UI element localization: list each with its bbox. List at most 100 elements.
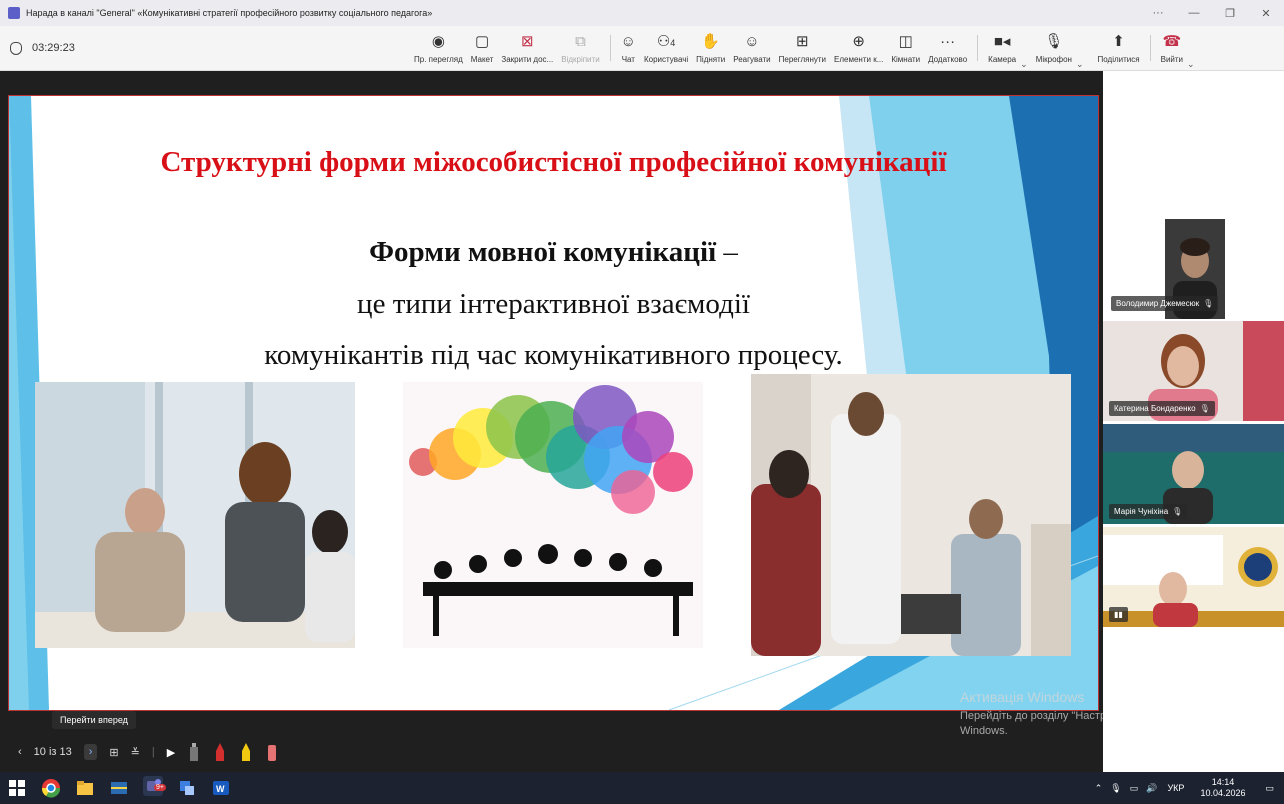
pen-tool-icon[interactable] [189, 743, 199, 761]
grid-view-icon[interactable]: ⊞ [109, 746, 118, 759]
network-icon[interactable]: ▭ [1130, 783, 1139, 794]
layout-button[interactable]: ▢ Макет [467, 26, 498, 70]
view-button[interactable]: ⊞ Переглянути [775, 26, 830, 70]
flag-app-icon[interactable] [109, 778, 129, 798]
controls-divider: | [151, 746, 155, 758]
microphone-button[interactable]: 🎙 Мікрофон [1032, 26, 1076, 70]
previous-slide-button[interactable]: ‹ [18, 746, 22, 758]
unpin-button[interactable]: ⧉ Відкріпити [557, 26, 603, 70]
apps-icon: ⊕ [852, 32, 865, 50]
hand-icon: ✋ [701, 32, 721, 50]
share-icon: ⬆ [1112, 32, 1125, 50]
notifications-icon[interactable]: ▭ [1265, 783, 1274, 794]
participant-signal-tag: ▮▮ [1109, 607, 1128, 622]
chrome-icon[interactable] [41, 778, 61, 798]
close-button[interactable]: ✕ [1248, 7, 1284, 20]
toolbar-divider [977, 35, 979, 61]
rooms-button[interactable]: ◫ Кімнати [887, 26, 924, 70]
participant-name-tag: Володимир Джемесюк 🎙 [1111, 296, 1219, 311]
stop-sharing-button[interactable]: ⊠ Закрити дос... [497, 26, 557, 70]
system-tray: ⌃ 🎙 ▭ 🔊 УКР 14:14 10.04.2026 ▭ [1091, 772, 1284, 804]
mic-muted-icon: 🎙 [1199, 404, 1210, 413]
remote-app-icon[interactable] [177, 778, 197, 798]
camera-button[interactable]: ■◂ Камера [984, 26, 1020, 70]
slide-definition-line1: Форми мовної комунікації – [9, 236, 1098, 269]
windows-taskbar: 9+ W ⌃ 🎙 ▭ 🔊 УКР 14:14 10.04.2026 ▭ [0, 772, 1284, 804]
hangup-icon: ☎ [1162, 32, 1182, 50]
layout-icon: ▢ [474, 32, 490, 50]
teams-taskbar-item[interactable]: 9+ [136, 775, 170, 801]
meeting-timer: 03:29:23 [10, 41, 410, 55]
participant-tile[interactable]: Катерина Бондаренко 🎙 [1103, 321, 1284, 421]
apps-button[interactable]: ⊕ Елементи к... [830, 26, 887, 70]
more-options-icon[interactable]: ··· [1140, 7, 1176, 19]
word-icon[interactable]: W [211, 778, 231, 798]
view-icon: ⊞ [796, 32, 809, 50]
minimize-button[interactable]: — [1176, 7, 1212, 19]
windows-start-icon[interactable] [7, 778, 27, 798]
presentation-slide: Структурні форми міжособистісної професі… [8, 95, 1099, 711]
people-count-badge: 4 [670, 37, 676, 48]
people-icon: ⚇4 [656, 32, 676, 50]
teams-notification-badge: 9+ [154, 783, 166, 791]
language-indicator[interactable]: УКР [1167, 783, 1184, 793]
unpin-icon: ⧉ [575, 32, 586, 50]
signal-icon: ▮▮ [1114, 610, 1123, 619]
windows-activation-title: Активація Windows [960, 689, 1085, 705]
clock[interactable]: 14:14 10.04.2026 [1200, 777, 1245, 799]
pointer-tool-icon[interactable]: ▶ [167, 746, 175, 759]
highlighter-icon[interactable] [241, 743, 251, 761]
volume-icon[interactable]: 🔊 [1146, 783, 1157, 794]
slide-image-office-meeting [35, 382, 355, 648]
slide-term: Форми мовної комунікації [369, 236, 717, 268]
people-button[interactable]: ⚇4 Користувачі [640, 26, 692, 70]
slide-definition-line3: комунікантів під час комунікативного про… [264, 339, 843, 371]
window-title: Нарада в каналі "General" «Комунікативні… [26, 8, 433, 18]
leave-button[interactable]: ☎ Вийти [1157, 26, 1187, 70]
participant-tile[interactable]: ▮▮ [1103, 527, 1284, 627]
settings-sliders-icon[interactable]: ≚ [131, 746, 140, 759]
tray-mic-icon[interactable]: 🎙 [1110, 783, 1121, 794]
chat-icon: ☺ [620, 32, 636, 50]
smile-icon: ☺ [744, 32, 760, 50]
slide-controls: ‹ 10 із 13 › ⊞ ≚ | ▶ [0, 735, 1103, 769]
chat-button[interactable]: ☺ Чат [617, 26, 640, 70]
mic-muted-icon: 🎙 [1203, 299, 1214, 308]
page-indicator: 10 із 13 [33, 746, 72, 758]
more-button[interactable]: ··· Додатково [924, 26, 971, 70]
participant-name-tag: Катерина Бондаренко 🎙 [1109, 401, 1215, 416]
next-slide-button[interactable]: › [83, 744, 98, 760]
shared-content-stage: Структурні форми міжособистісної професі… [0, 71, 1103, 772]
teams-icon [8, 7, 20, 19]
tray-expand-icon[interactable]: ⌃ [1095, 783, 1103, 794]
participant-name-tag: Марія Чуніхіна 🎙 [1109, 504, 1188, 519]
camera-options-chevron-icon[interactable]: ⌄ [1020, 59, 1028, 70]
participant-tile[interactable]: Марія Чуніхіна 🎙 [1103, 424, 1284, 524]
file-explorer-icon[interactable] [75, 778, 95, 798]
leave-options-chevron-icon[interactable]: ⌄ [1187, 59, 1195, 70]
raise-hand-button[interactable]: ✋ Підняти [692, 26, 729, 70]
red-marker-icon[interactable] [215, 743, 225, 761]
meeting-toolbar: 03:29:23 ◉ Пр. перегляд ▢ Макет ⊠ Закрит… [0, 26, 1284, 71]
react-button[interactable]: ☺ Реагувати [729, 26, 774, 70]
slide-dash: – [716, 236, 738, 268]
next-slide-tooltip: Перейти вперед [52, 711, 136, 729]
share-button[interactable]: ⬆ Поділитися [1094, 26, 1144, 70]
toolbar-divider [1149, 35, 1151, 61]
mic-icon: 🎙 [1044, 32, 1064, 50]
close-share-icon: ⊠ [521, 32, 534, 50]
slide-definition-line2: це типи інтерактивної взаємодії [357, 288, 750, 320]
toolbar-divider [609, 35, 611, 61]
restore-button[interactable]: ❐ [1212, 7, 1248, 20]
mic-options-chevron-icon[interactable]: ⌄ [1076, 59, 1084, 70]
shield-icon [10, 41, 22, 55]
svg-text:W: W [216, 784, 225, 794]
slide-title: Структурні форми міжособистісної професі… [160, 146, 947, 178]
more-icon: ··· [940, 32, 956, 50]
rooms-icon: ◫ [898, 32, 913, 50]
slide-image-speech-bubbles [403, 382, 703, 648]
mic-muted-icon: 🎙 [1172, 507, 1183, 516]
camera-icon: ■◂ [993, 32, 1011, 50]
preview-button[interactable]: ◉ Пр. перегляд [410, 26, 467, 70]
eraser-icon[interactable] [267, 743, 277, 761]
